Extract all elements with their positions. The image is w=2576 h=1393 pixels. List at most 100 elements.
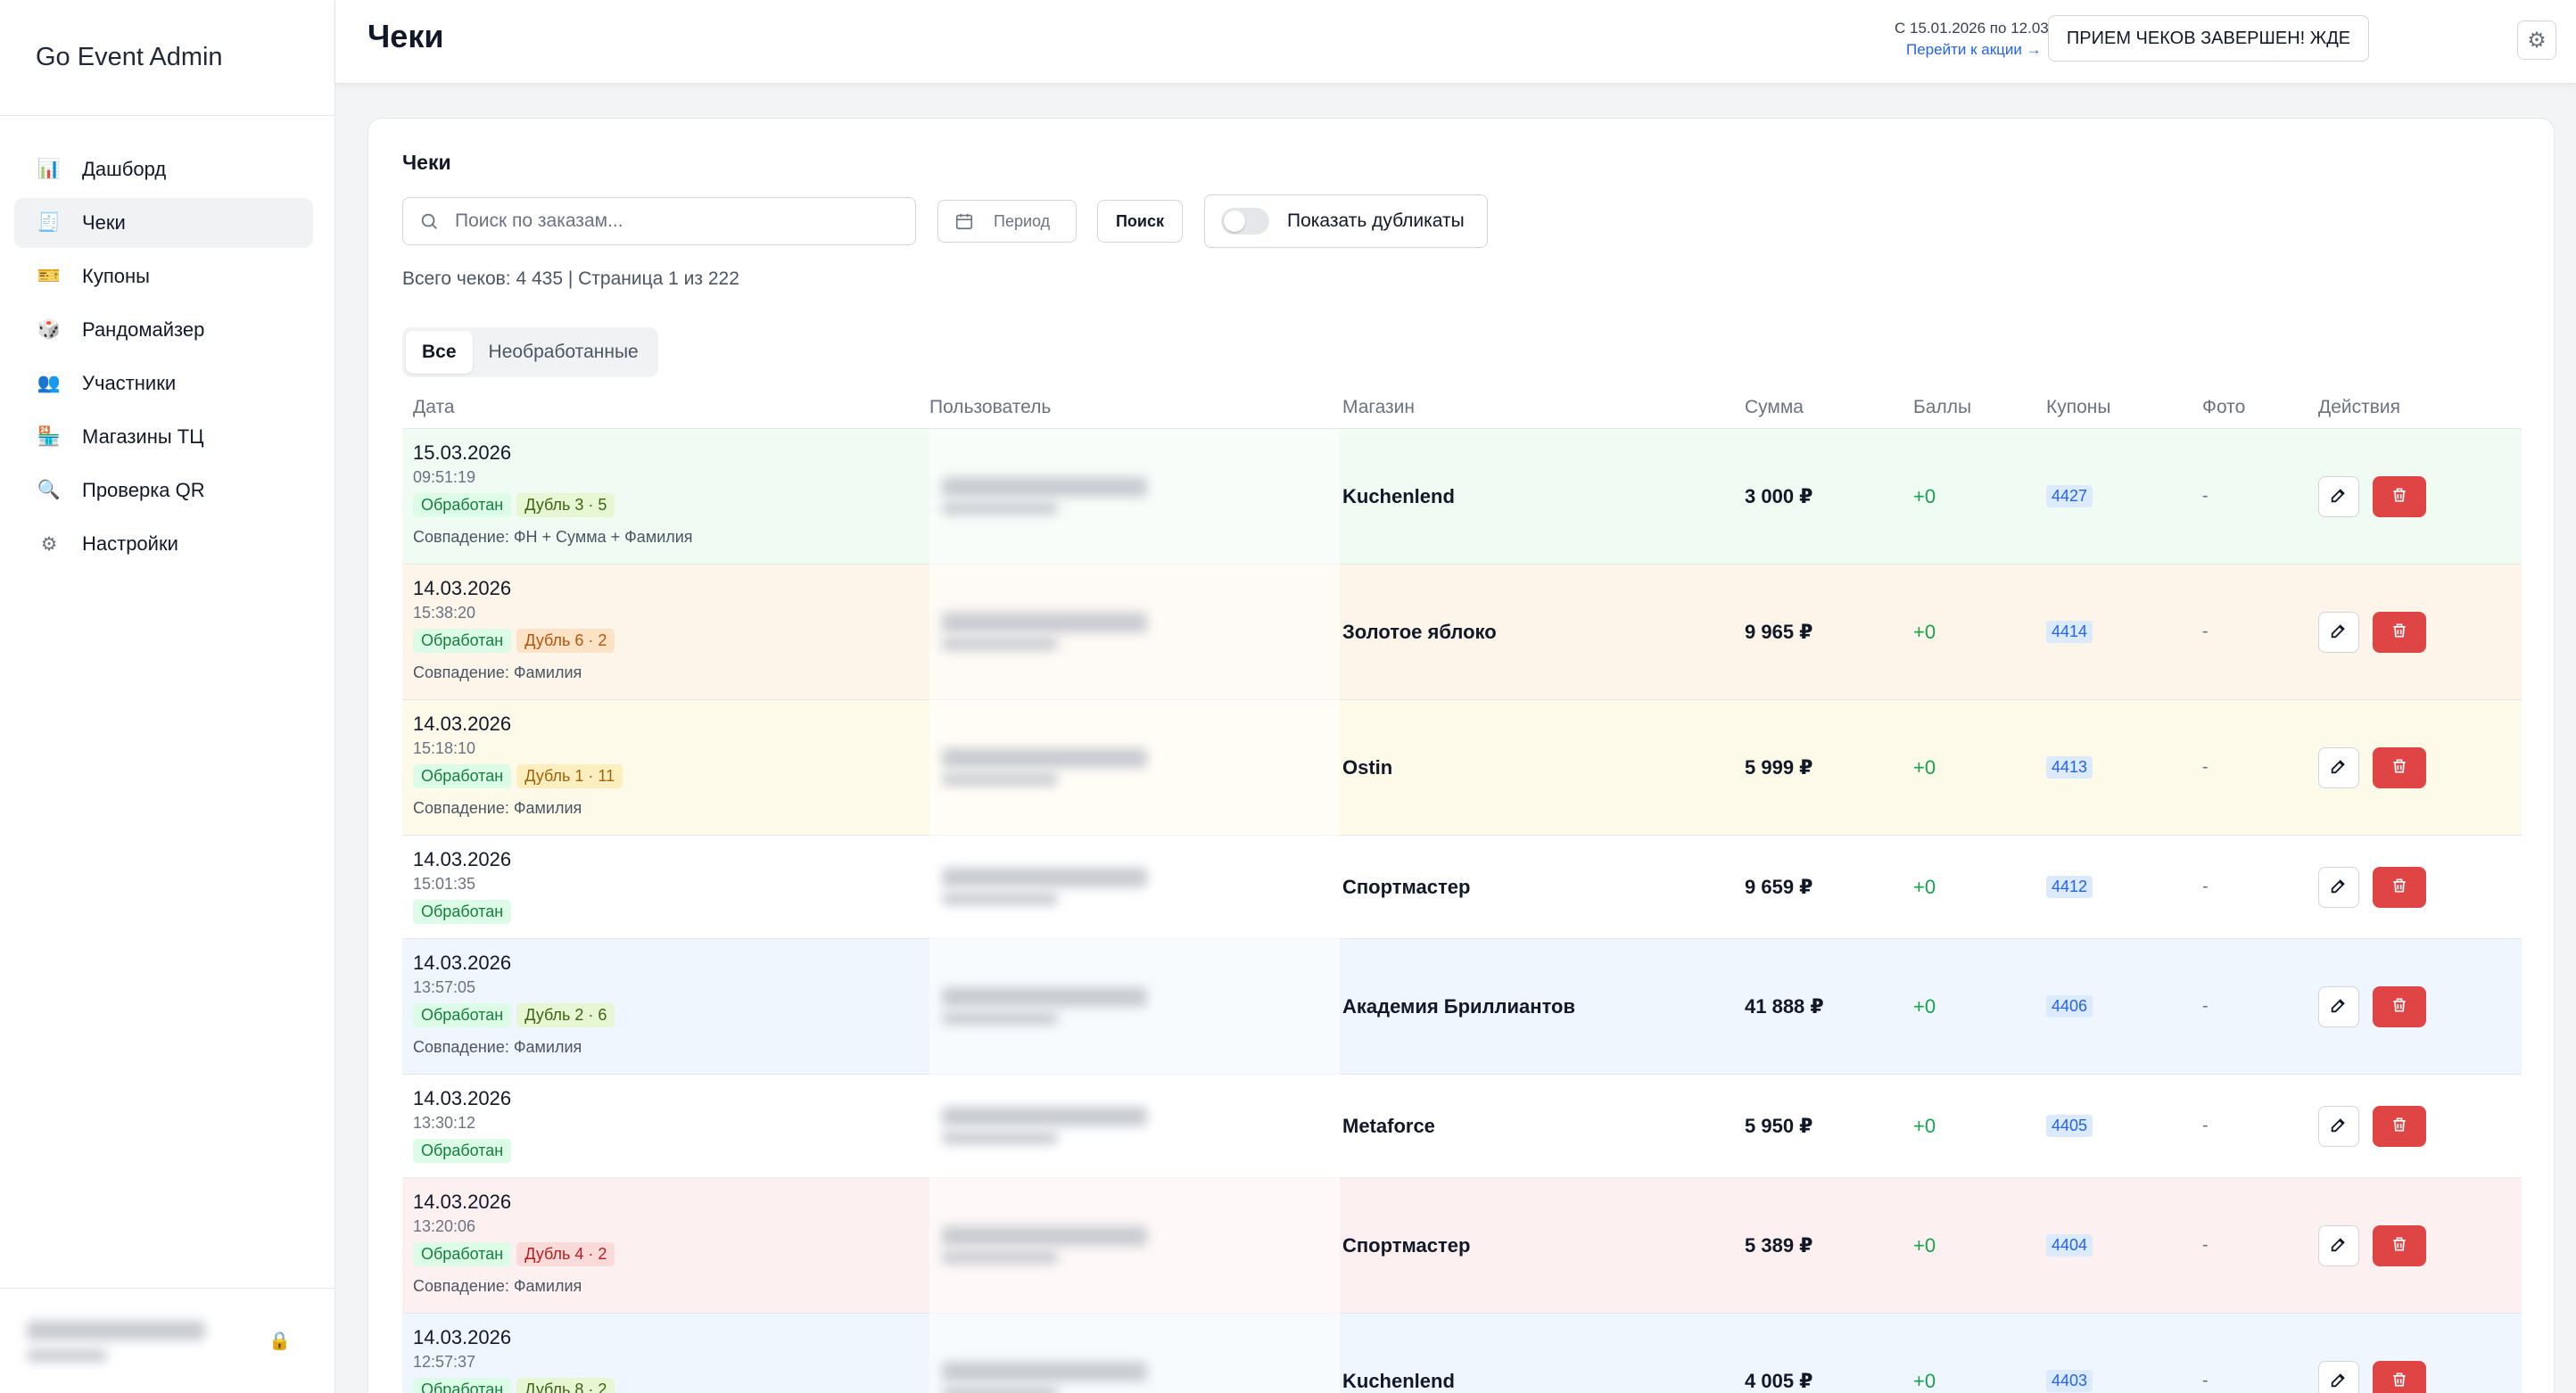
magnifier-icon: 🔍	[37, 480, 62, 500]
status-badge: Обработан	[413, 1139, 512, 1163]
status-badges: Обработан Дубль 8 · 2	[413, 1378, 620, 1393]
sidebar-item[interactable]: 📊 Дашборд	[14, 144, 313, 194]
photo-value: -	[2202, 1371, 2209, 1390]
search-box[interactable]	[402, 197, 916, 245]
table-row[interactable]: 14.03.2026 13:57:05 Обработан Дубль 2 · 6 Со…	[402, 939, 2522, 1075]
sidebar-item[interactable]: ⚙ Настройки	[14, 519, 313, 569]
trash-icon	[2390, 1235, 2408, 1257]
edit-button[interactable]	[2318, 986, 2359, 1027]
edit-button[interactable]	[2318, 1106, 2359, 1147]
edit-button[interactable]	[2318, 747, 2359, 788]
status-button[interactable]: ПРИЕМ ЧЕКОВ ЗАВЕРШЕН! ЖДЕ	[2048, 15, 2369, 62]
toggle-switch[interactable]	[1221, 208, 1269, 235]
delete-button[interactable]	[2373, 1361, 2426, 1393]
delete-button[interactable]	[2373, 747, 2426, 788]
pencil-icon	[2329, 485, 2349, 509]
status-badge: Обработан	[413, 900, 512, 924]
period-picker[interactable]: Период	[937, 200, 1077, 243]
sidebar-item[interactable]: 🎫 Купоны	[14, 251, 313, 301]
receipt-sum: 3 000 ₽	[1745, 485, 1813, 507]
user-cell[interactable]	[929, 836, 1340, 939]
lock-icon[interactable]: 🔒	[268, 1330, 291, 1352]
receipt-date: 15.03.2026	[413, 441, 512, 464]
coupon-link[interactable]: 4404	[2046, 1234, 2093, 1257]
table-row[interactable]: 14.03.2026 13:20:06 Обработан Дубль 4 · 2 Со…	[402, 1178, 2522, 1314]
trash-icon	[2390, 622, 2408, 644]
user-cell[interactable]	[929, 1178, 1340, 1314]
edit-button[interactable]	[2318, 1225, 2359, 1266]
receipt-sum: 9 965 ₽	[1745, 621, 1813, 643]
user-cell[interactable]	[929, 1075, 1340, 1178]
table-row[interactable]: 14.03.2026 15:01:35 Обработан Спортмастер 9 …	[402, 836, 2522, 939]
edit-button[interactable]	[2318, 867, 2359, 908]
promo-link[interactable]: Перейти к акции →	[1906, 41, 2042, 59]
delete-button[interactable]	[2373, 476, 2426, 517]
coupon-link[interactable]: 4427	[2046, 485, 2093, 507]
table-row[interactable]: 14.03.2026 15:38:20 Обработан Дубль 6 · 2 Со…	[402, 565, 2522, 700]
edit-button[interactable]	[2318, 1361, 2359, 1393]
delete-button[interactable]	[2373, 612, 2426, 653]
user-cell[interactable]	[929, 429, 1340, 565]
coupon-link[interactable]: 4413	[2046, 756, 2093, 779]
user-cell[interactable]	[929, 1314, 1340, 1393]
coupon-link[interactable]: 4405	[2046, 1115, 2093, 1137]
points-value: +0	[1913, 1370, 1936, 1392]
store-name: Академия Бриллиантов	[1342, 995, 1576, 1018]
receipts-table: Дата Пользователь Магазин Сумма Баллы Купоны Ф…	[402, 386, 2522, 1393]
sidebar-item[interactable]: 🏪 Магазины ТЦ	[14, 412, 313, 462]
delete-button[interactable]	[2373, 1225, 2426, 1266]
search-button[interactable]: Поиск	[1097, 200, 1183, 243]
sidebar: Go Event Admin 📊 Дашборд 🧾 Чеки 🎫 Купоны 🎲 Ранд…	[0, 0, 335, 1393]
sidebar-item[interactable]: 🧾 Чеки	[14, 198, 313, 248]
delete-button[interactable]	[2373, 867, 2426, 908]
table-row[interactable]: 14.03.2026 13:30:12 Обработан Metaforce 5 95…	[402, 1075, 2522, 1178]
duplicates-toggle[interactable]: Показать дубликаты	[1204, 194, 1488, 248]
status-badge: Обработан	[413, 1242, 512, 1266]
match-info: Совпадение: Фамилия	[413, 664, 582, 681]
receipt-time: 13:30:12	[413, 1114, 476, 1132]
status-badges: Обработан	[413, 1139, 516, 1163]
sidebar-item-label: Рандомайзер	[82, 318, 205, 341]
coupon-link[interactable]: 4403	[2046, 1370, 2093, 1392]
user-cell[interactable]	[929, 700, 1340, 836]
coupon-link[interactable]: 4414	[2046, 621, 2093, 643]
tab-filter[interactable]: Все	[406, 331, 473, 374]
gear-icon: ⚙	[2527, 28, 2547, 53]
receipt-sum: 5 389 ₽	[1745, 1234, 1813, 1257]
delete-button[interactable]	[2373, 1106, 2426, 1147]
user-cell[interactable]	[929, 939, 1340, 1075]
calendar-icon	[955, 213, 973, 230]
user-cell[interactable]	[929, 565, 1340, 700]
table-row[interactable]: 15.03.2026 09:51:19 Обработан Дубль 3 · 5 Со…	[402, 429, 2522, 565]
photo-value: -	[2202, 877, 2209, 896]
search-input[interactable]	[455, 210, 901, 232]
pencil-icon	[2329, 995, 2349, 1019]
table-row[interactable]: 14.03.2026 15:18:10 Обработан Дубль 1 · 11 С…	[402, 700, 2522, 836]
gear-icon: ⚙	[40, 533, 58, 555]
sidebar-item[interactable]: 👥 Участники	[14, 359, 313, 408]
status-badge: Обработан	[413, 1003, 512, 1027]
receipt-date: 14.03.2026	[413, 952, 512, 974]
photo-value: -	[2202, 622, 2209, 641]
edit-button[interactable]	[2318, 612, 2359, 653]
sidebar-item[interactable]: 🎲 Рандомайзер	[14, 305, 313, 355]
duplicate-badge: Дубль 6 · 2	[516, 629, 615, 653]
coupon-link[interactable]: 4412	[2046, 876, 2093, 898]
sidebar-item[interactable]: 🔍 Проверка QR	[14, 466, 313, 515]
delete-button[interactable]	[2373, 986, 2426, 1027]
settings-button[interactable]: ⚙	[2517, 21, 2556, 60]
receipt-time: 12:57:37	[413, 1353, 476, 1371]
coupon-link[interactable]: 4406	[2046, 995, 2093, 1018]
column-header: Баллы	[1913, 397, 1972, 417]
sidebar-item-label: Настройки	[82, 532, 178, 555]
sidebar-item-label: Чеки	[82, 211, 126, 234]
edit-button[interactable]	[2318, 476, 2359, 517]
tab-filter[interactable]: Необработанные	[473, 331, 655, 374]
user-profile[interactable]: 🔒	[0, 1288, 335, 1393]
points-value: +0	[1913, 995, 1936, 1018]
store-name: Kuchenlend	[1342, 1370, 1455, 1392]
pencil-icon	[2329, 1234, 2349, 1258]
receipts-stats: Всего чеков: 4 435 | Страница 1 из 222	[402, 268, 739, 289]
table-row[interactable]: 14.03.202612:57:37ОбработанДубль 8 · 2Со…	[402, 1314, 2522, 1393]
match-info: Совпадение: Фамилия	[413, 1038, 582, 1056]
